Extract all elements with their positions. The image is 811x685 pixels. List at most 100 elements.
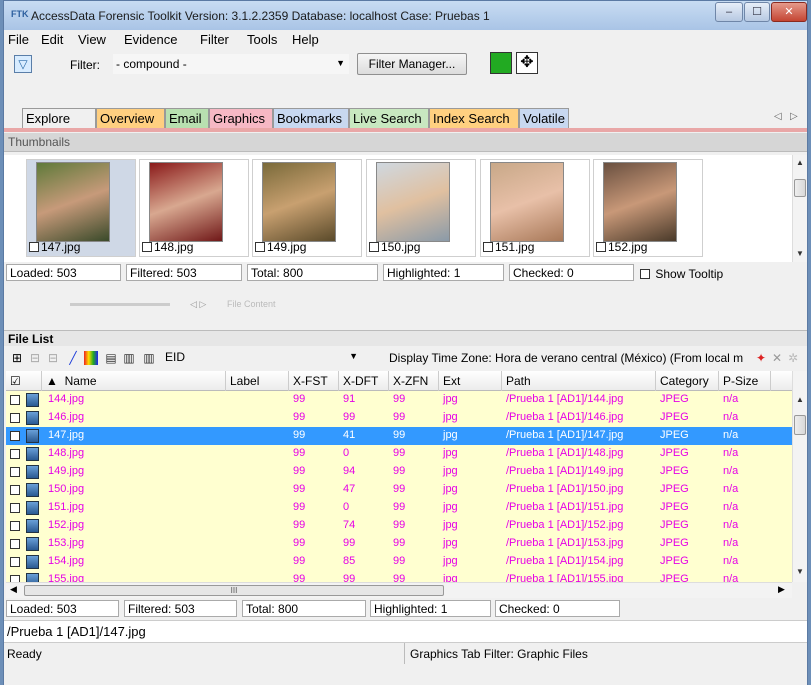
- go-icon[interactable]: [490, 52, 512, 74]
- clear-icon[interactable]: ✕: [770, 351, 784, 365]
- thumbnail-checkbox[interactable]: [142, 242, 152, 252]
- file-list-hscrollbar[interactable]: ◀ III ▶: [6, 582, 792, 598]
- scroll-down-icon[interactable]: ▼: [796, 567, 804, 576]
- tab-overview[interactable]: Overview: [96, 108, 165, 129]
- table-row[interactable]: 153.jpg 99 99 99 jpg/Prueba 1 [AD1]/153.jpg J…: [6, 535, 792, 553]
- thumbnail-checkbox[interactable]: [369, 242, 379, 252]
- tab-email[interactable]: Email: [165, 108, 209, 129]
- splitter-grip[interactable]: [70, 303, 170, 306]
- table-row[interactable]: 150.jpg 99 47 99 jpg/Prueba 1 [AD1]/150.jpg J…: [6, 481, 792, 499]
- thumbnail-checkbox[interactable]: [483, 242, 493, 252]
- show-tooltip-checkbox[interactable]: Show Tooltip: [640, 267, 723, 281]
- scroll-left-icon[interactable]: ◀: [10, 584, 17, 595]
- menu-edit[interactable]: Edit: [41, 32, 63, 47]
- row-checkbox[interactable]: [10, 575, 20, 582]
- column-ext[interactable]: Ext: [439, 371, 502, 391]
- column-category[interactable]: Category: [656, 371, 719, 391]
- tab-live-search[interactable]: Live Search: [349, 108, 429, 129]
- thumbnail-item[interactable]: 149.jpg: [252, 159, 362, 257]
- row-checkbox[interactable]: [10, 521, 20, 531]
- table-row[interactable]: 151.jpg 99 0 99 jpg/Prueba 1 [AD1]/151.jpg JP…: [6, 499, 792, 517]
- tab-graphics[interactable]: Graphics: [209, 108, 273, 129]
- table-row[interactable]: 147.jpg 99 41 99 jpg/Prueba 1 [AD1]/147.jpg J…: [6, 427, 792, 445]
- scroll-up-icon[interactable]: ▲: [796, 395, 804, 404]
- column-path[interactable]: Path: [502, 371, 656, 391]
- row-checkbox[interactable]: [10, 539, 20, 549]
- table-row[interactable]: 146.jpg 99 99 99 jpg/Prueba 1 [AD1]/146.jpg J…: [6, 409, 792, 427]
- table-row[interactable]: 144.jpg 99 91 99 jpg/Prueba 1 [AD1]/144.jpg J…: [6, 391, 792, 409]
- table-row[interactable]: 154.jpg 99 85 99 jpg/Prueba 1 [AD1]/154.jpg J…: [6, 553, 792, 571]
- hscroll-thumb[interactable]: III: [24, 585, 444, 596]
- collapse-all-icon[interactable]: ⊟: [46, 351, 60, 365]
- thumbnail-checkbox[interactable]: [596, 242, 606, 252]
- collapse-icon[interactable]: ⊟: [28, 351, 42, 365]
- column-psize[interactable]: P-Size: [719, 371, 771, 391]
- thumbnail-item[interactable]: 147.jpg: [26, 159, 136, 257]
- color-icon[interactable]: [84, 351, 98, 365]
- maximize-button[interactable]: ☐: [744, 2, 770, 22]
- copy-icon[interactable]: ▥: [122, 351, 136, 365]
- table-row[interactable]: 148.jpg 99 0 99 jpg/Prueba 1 [AD1]/148.jpg JP…: [6, 445, 792, 463]
- column-xfst[interactable]: X-FST: [289, 371, 339, 391]
- cell-path: /Prueba 1 [AD1]/152.jpg: [506, 519, 624, 531]
- minimize-button[interactable]: –: [715, 2, 743, 22]
- filter-manager-button[interactable]: Filter Manager...: [357, 53, 467, 75]
- close-button[interactable]: ✕: [771, 2, 807, 22]
- cut-icon[interactable]: ▤: [104, 351, 118, 365]
- column-label[interactable]: Label: [226, 371, 289, 391]
- refresh-icon[interactable]: ✲: [786, 351, 800, 365]
- column-preset-select[interactable]: EID ▼: [162, 348, 362, 368]
- scroll-right-icon[interactable]: ▶: [778, 584, 785, 595]
- thumbnail-item[interactable]: 151.jpg: [480, 159, 590, 257]
- column-name[interactable]: ▲ Name: [42, 371, 226, 391]
- title-bar[interactable]: FTK AccessData Forensic Toolkit Version:…: [3, 0, 808, 30]
- filter-select[interactable]: - compound - ▼: [112, 53, 350, 75]
- thumbnail-item[interactable]: 148.jpg: [139, 159, 249, 257]
- row-checkbox[interactable]: [10, 557, 20, 567]
- scrollbar-thumb[interactable]: [794, 415, 806, 435]
- row-checkbox[interactable]: [10, 449, 20, 459]
- select-all-checkbox[interactable]: ☑: [6, 371, 42, 391]
- move-icon[interactable]: ✥: [516, 52, 538, 74]
- thumbnail-item[interactable]: 150.jpg: [366, 159, 476, 257]
- tab-scroll-right-icon[interactable]: ▷: [790, 111, 798, 122]
- menu-file[interactable]: File: [8, 32, 29, 47]
- row-checkbox[interactable]: [10, 431, 20, 441]
- tab-volatile[interactable]: Volatile: [519, 108, 569, 129]
- scrollbar-thumb[interactable]: [794, 179, 806, 197]
- tab-index-search[interactable]: Index Search: [429, 108, 519, 129]
- tab-explore[interactable]: Explore: [22, 108, 96, 129]
- tab-scroll-left-icon[interactable]: ◁: [774, 111, 782, 122]
- table-row[interactable]: 152.jpg 99 74 99 jpg/Prueba 1 [AD1]/152.jpg J…: [6, 517, 792, 535]
- thumbnail-checkbox[interactable]: [29, 242, 39, 252]
- settings-icon[interactable]: ✦: [754, 351, 768, 365]
- menu-filter[interactable]: Filter: [200, 32, 229, 47]
- nav-arrows-icon[interactable]: ◁ ▷: [190, 299, 206, 310]
- column-xdft[interactable]: X-DFT: [339, 371, 389, 391]
- menu-view[interactable]: View: [78, 32, 106, 47]
- columns-icon[interactable]: ▥: [142, 351, 156, 365]
- menu-evidence[interactable]: Evidence: [124, 32, 177, 47]
- row-checkbox[interactable]: [10, 395, 20, 405]
- menu-tools[interactable]: Tools: [247, 32, 277, 47]
- show-tooltip-box[interactable]: [640, 269, 650, 279]
- file-content-tab[interactable]: File Content: [227, 299, 276, 309]
- scroll-down-icon[interactable]: ▼: [796, 249, 804, 258]
- edit-icon[interactable]: ╱: [66, 351, 80, 365]
- column-xzfn[interactable]: X-ZFN: [389, 371, 439, 391]
- row-checkbox[interactable]: [10, 485, 20, 495]
- thumbnail-item[interactable]: 152.jpg: [593, 159, 703, 257]
- table-row[interactable]: 149.jpg 99 94 99 jpg/Prueba 1 [AD1]/149.jpg J…: [6, 463, 792, 481]
- expand-icon[interactable]: ⊞: [10, 351, 24, 365]
- filter-icon[interactable]: ▽: [14, 55, 32, 73]
- file-list-scrollbar[interactable]: ▲ ▼: [792, 371, 807, 582]
- row-checkbox[interactable]: [10, 467, 20, 477]
- thumbnails-scrollbar[interactable]: ▲ ▼: [792, 155, 807, 262]
- thumbnail-checkbox[interactable]: [255, 242, 265, 252]
- table-row[interactable]: 155.jpg 99 99 99 jpg/Prueba 1 [AD1]/155.jpg J…: [6, 571, 792, 582]
- tab-bookmarks[interactable]: Bookmarks: [273, 108, 349, 129]
- row-checkbox[interactable]: [10, 503, 20, 513]
- row-checkbox[interactable]: [10, 413, 20, 423]
- menu-help[interactable]: Help: [292, 32, 319, 47]
- scroll-up-icon[interactable]: ▲: [796, 158, 804, 167]
